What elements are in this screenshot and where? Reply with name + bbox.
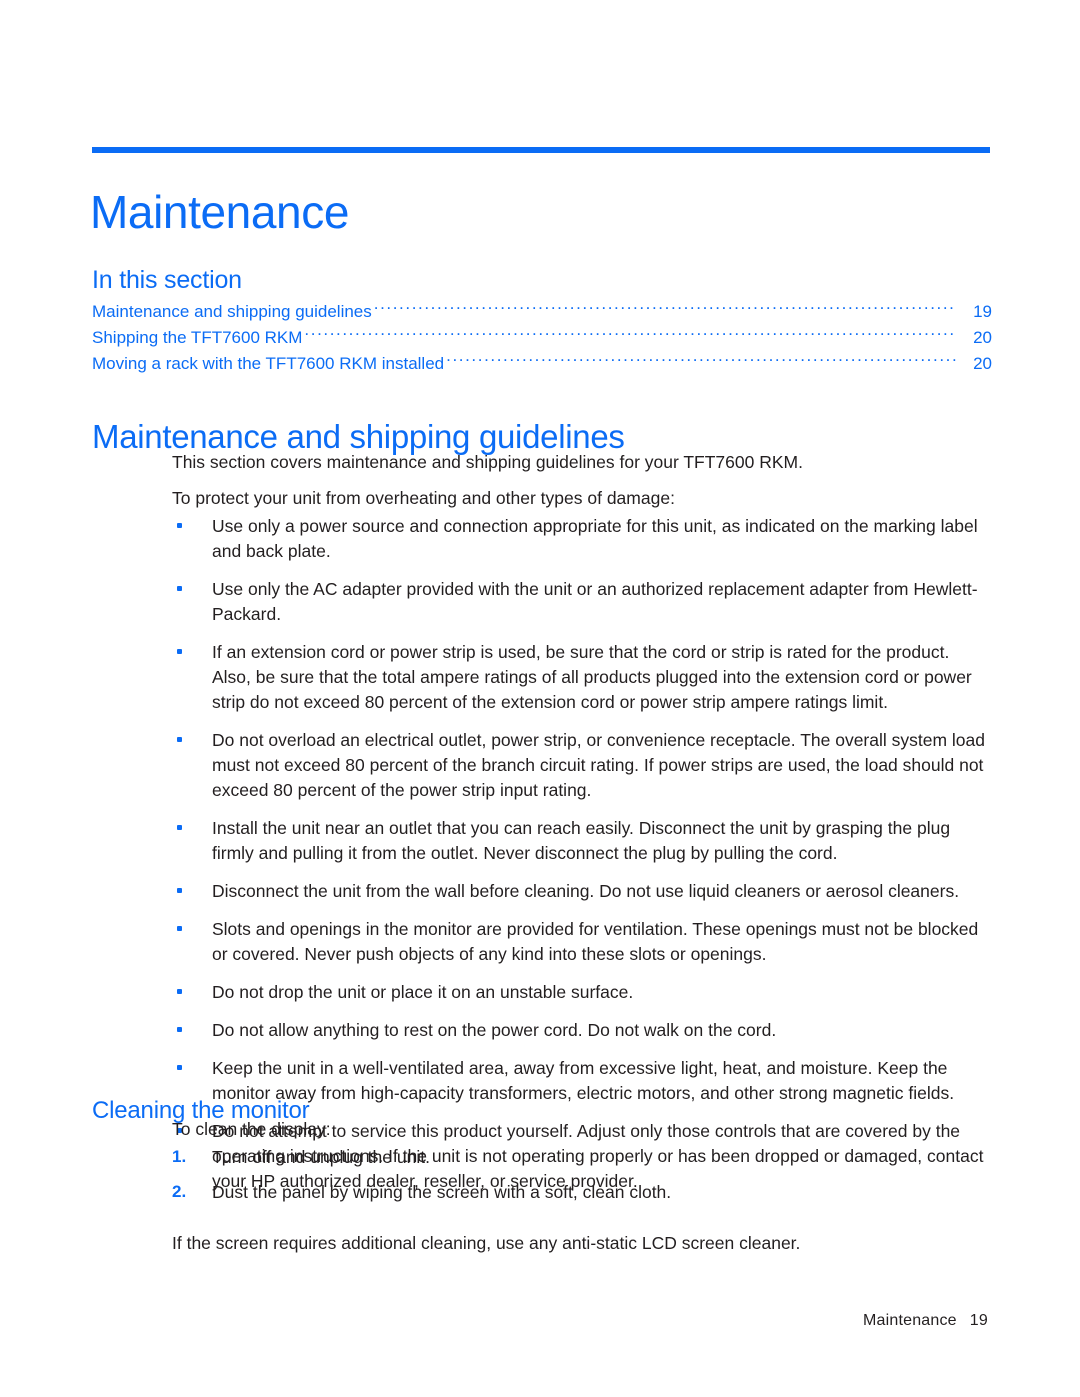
cleaning-leadin-block: To clean the display: xyxy=(172,1117,990,1142)
in-this-section-heading: In this section xyxy=(92,266,242,294)
list-item: Use only the AC adapter provided with th… xyxy=(172,577,990,627)
list-item-number: 2. xyxy=(172,1182,187,1202)
lead-in-paragraph: To clean the display: xyxy=(172,1119,331,1139)
list-item-text: Use only a power source and connection a… xyxy=(212,516,978,562)
bullet-dot-icon xyxy=(177,1027,182,1033)
bullet-dot-icon xyxy=(177,586,182,592)
list-item-text: Do not allow anything to rest on the pow… xyxy=(212,1020,777,1041)
bullet-dot-icon xyxy=(177,1065,182,1071)
list-item-text: Slots and openings in the monitor are pr… xyxy=(212,919,979,965)
bullet-dot-icon xyxy=(177,888,182,894)
toc-leader xyxy=(304,326,956,343)
toc-entry-label: Maintenance and shipping guidelines xyxy=(92,302,372,322)
list-item: 1. Turn off and unplug the unit. xyxy=(172,1145,990,1170)
list-item: 2. Dust the panel by wiping the screen w… xyxy=(172,1180,990,1205)
maintenance-bullet-list: Use only a power source and connection a… xyxy=(172,514,990,1194)
list-item-text: Install the unit near an outlet that you… xyxy=(212,818,951,864)
toc-entry[interactable]: Shipping the TFT7600 RKM 20 xyxy=(92,325,992,351)
bullet-dot-icon xyxy=(177,926,182,932)
list-item: Use only a power source and connection a… xyxy=(172,514,990,564)
list-item-text: Keep the unit in a well-ventilated area,… xyxy=(212,1058,955,1104)
list-item-number: 1. xyxy=(172,1147,187,1166)
list-item: Do not overload an electrical outlet, po… xyxy=(172,728,990,803)
list-item-text: Do not overload an electrical outlet, po… xyxy=(212,730,985,801)
toc-entry-label: Shipping the TFT7600 RKM xyxy=(92,328,303,348)
footer-chapter-label: Maintenance xyxy=(862,1312,957,1329)
cleaning-steps-list: 1. Turn off and unplug the unit. 2. Dust… xyxy=(172,1145,990,1205)
bullet-dot-icon xyxy=(177,737,182,743)
list-item: Slots and openings in the monitor are pr… xyxy=(172,917,990,967)
page-footer: Maintenance 19 xyxy=(863,1312,988,1330)
maintenance-bullet-block: Use only a power source and connection a… xyxy=(172,514,990,1194)
list-item-text: Disconnect the unit from the wall before… xyxy=(212,881,960,902)
footer-page-number: 19 xyxy=(969,1312,988,1329)
bullet-dot-icon xyxy=(177,649,182,655)
toc-entry-page: 20 xyxy=(973,353,992,373)
in-this-section-block: In this section Maintenance and shipping… xyxy=(92,265,992,377)
list-item-text: Use only the AC adapter provided with th… xyxy=(212,579,978,625)
cleaning-steps-block: 1. Turn off and unplug the unit. 2. Dust… xyxy=(172,1145,990,1205)
toc-leader xyxy=(374,300,956,317)
cleaning-closing-block: If the screen requires additional cleani… xyxy=(172,1231,990,1256)
maintenance-intro-block: This section covers maintenance and ship… xyxy=(172,450,990,475)
toc-entry-label: Moving a rack with the TFT7600 RKM insta… xyxy=(92,353,445,373)
lead-in-paragraph: To protect your unit from overheating an… xyxy=(172,488,675,508)
toc-entry-page: 19 xyxy=(973,302,992,322)
list-item-text: Dust the panel by wiping the screen with… xyxy=(212,1182,672,1203)
list-item: Disconnect the unit from the wall before… xyxy=(172,879,990,904)
toc-list: Maintenance and shipping guidelines 19 S… xyxy=(92,299,992,376)
list-item: If an extension cord or power strip is u… xyxy=(172,640,990,715)
bullet-dot-icon xyxy=(177,825,182,831)
chapter-rule xyxy=(92,147,990,153)
list-item: Install the unit near an outlet that you… xyxy=(172,816,990,866)
list-item-text: Do not drop the unit or place it on an u… xyxy=(212,982,634,1003)
toc-entry[interactable]: Maintenance and shipping guidelines 19 xyxy=(92,299,992,325)
toc-entry-page: 20 xyxy=(973,328,992,348)
list-item-text: Turn off and unplug the unit. xyxy=(212,1147,430,1167)
intro-paragraph: This section covers maintenance and ship… xyxy=(172,452,803,472)
toc-leader xyxy=(446,352,956,369)
toc-entry[interactable]: Moving a rack with the TFT7600 RKM insta… xyxy=(92,351,992,377)
list-item: Do not drop the unit or place it on an u… xyxy=(172,980,990,1005)
closing-paragraph: If the screen requires additional cleani… xyxy=(172,1233,801,1253)
document-page: Maintenance In this section Maintenance … xyxy=(0,0,1080,1397)
bullet-dot-icon xyxy=(177,523,182,528)
page-title: Maintenance xyxy=(90,185,349,238)
maintenance-leadin-block: To protect your unit from overheating an… xyxy=(172,486,990,511)
bullet-dot-icon xyxy=(177,989,182,995)
list-item: Do not allow anything to rest on the pow… xyxy=(172,1018,990,1043)
list-item-text: If an extension cord or power strip is u… xyxy=(212,642,972,713)
